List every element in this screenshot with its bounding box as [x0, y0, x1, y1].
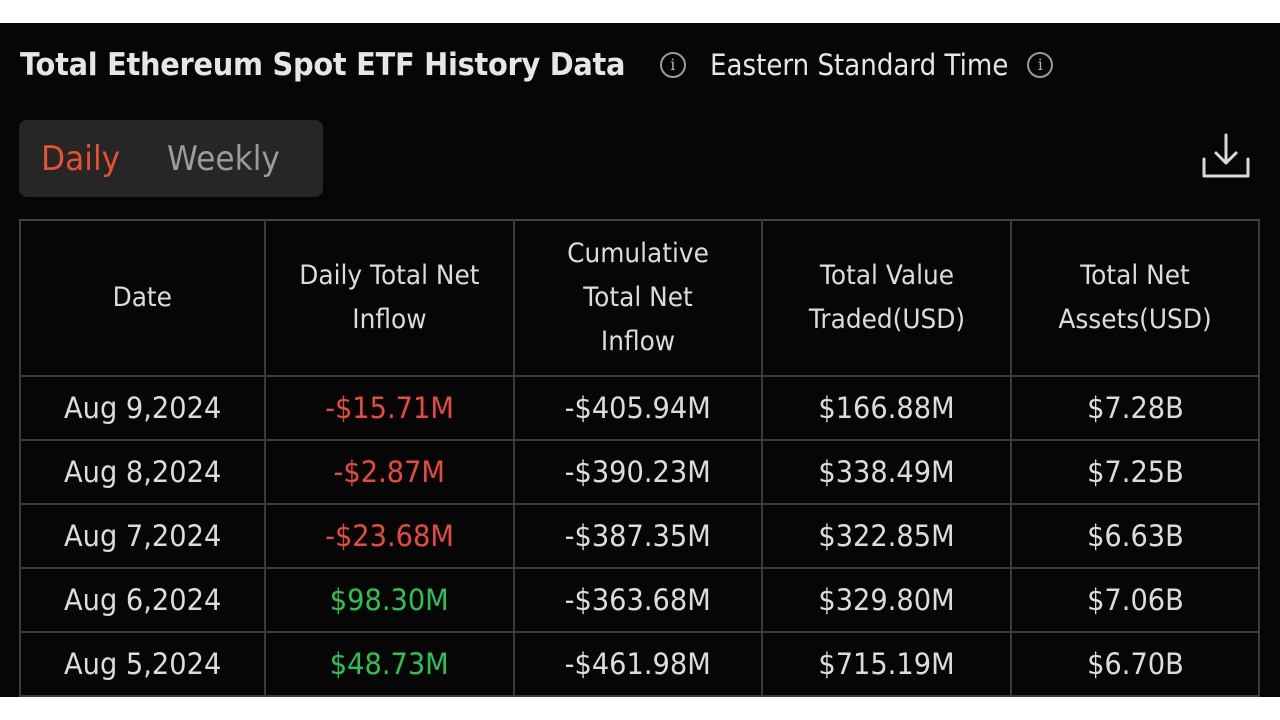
- cell-date: Aug 7,2024: [19, 503, 266, 569]
- column-header-cumulative-net-inflow[interactable]: Cumulative Total Net Inflow: [512, 219, 764, 377]
- cell-date-value: Aug 6,2024: [63, 583, 222, 617]
- cell-date-value: Aug 5,2024: [63, 647, 222, 681]
- cell-cumulative-net-inflow-value: -$387.35M: [564, 519, 712, 553]
- cell-total-net-assets: $6.70B: [1010, 631, 1260, 697]
- cell-cumulative-net-inflow: -$390.23M: [512, 439, 764, 505]
- column-header-total-value-traded[interactable]: Total Value Traded(USD): [761, 219, 1013, 377]
- cell-date: Aug 9,2024: [19, 375, 266, 441]
- cell-cumulative-net-inflow-value: -$363.68M: [564, 583, 712, 617]
- bottom-bar: [0, 697, 1280, 720]
- cell-total-net-assets-value: $7.28B: [1086, 391, 1184, 425]
- etf-history-panel: Total Ethereum Spot ETF History Data i E…: [0, 23, 1280, 697]
- info-circle-icon[interactable]: i: [1027, 52, 1054, 78]
- cell-daily-net-inflow-value: -$2.87M: [333, 455, 445, 489]
- download-icon: [1202, 133, 1250, 178]
- cell-total-net-assets: $7.28B: [1010, 375, 1260, 441]
- cell-daily-net-inflow: $98.30M: [263, 567, 515, 633]
- timezone-label: Eastern Standard Time: [709, 48, 1009, 82]
- cell-daily-net-inflow: -$15.71M: [263, 375, 515, 441]
- column-header-daily-net-inflow[interactable]: Daily Total Net Inflow: [263, 219, 515, 377]
- cell-total-value-traded: $715.19M: [761, 631, 1013, 697]
- table-row[interactable]: Aug 6,2024 $98.30M -$363.68M $329.80M $7.06B: [19, 567, 1260, 633]
- period-toggle: Daily Weekly: [19, 120, 323, 197]
- cell-total-net-assets-value: $6.63B: [1086, 519, 1184, 553]
- cell-cumulative-net-inflow-value: -$461.98M: [564, 647, 712, 681]
- column-header-date[interactable]: Date: [19, 219, 266, 377]
- cell-date: Aug 6,2024: [19, 567, 266, 633]
- cell-total-value-traded-value: $322.85M: [818, 519, 955, 553]
- table-row[interactable]: Aug 5,2024 $48.73M -$461.98M $715.19M $6.70B: [19, 631, 1260, 697]
- cell-daily-net-inflow-value: $98.30M: [329, 583, 449, 617]
- table-row[interactable]: Aug 7,2024 -$23.68M -$387.35M $322.85M $6.63…: [19, 503, 1260, 569]
- cell-total-net-assets: $7.06B: [1010, 567, 1260, 633]
- cell-daily-net-inflow: $48.73M: [263, 631, 515, 697]
- cell-daily-net-inflow: -$2.87M: [263, 439, 515, 505]
- etf-history-table: Date Daily Total Net Inflow Cumulative T…: [19, 219, 1260, 697]
- info-circle-icon[interactable]: i: [659, 52, 686, 78]
- table-header-row: Date Daily Total Net Inflow Cumulative T…: [19, 219, 1260, 377]
- cell-daily-net-inflow: -$23.68M: [263, 503, 515, 569]
- column-header-total-net-assets[interactable]: Total Net Assets(USD): [1010, 219, 1260, 377]
- cell-cumulative-net-inflow: -$363.68M: [512, 567, 764, 633]
- cell-cumulative-net-inflow-value: -$390.23M: [564, 455, 712, 489]
- cell-total-net-assets-value: $7.06B: [1086, 583, 1184, 617]
- cell-total-net-assets: $6.63B: [1010, 503, 1260, 569]
- table-body: Aug 9,2024 -$15.71M -$405.94M $166.88M $7.28…: [19, 375, 1260, 697]
- download-button[interactable]: [1200, 131, 1252, 181]
- tab-weekly[interactable]: Weekly: [167, 139, 280, 179]
- cell-total-net-assets-value: $6.70B: [1086, 647, 1184, 681]
- cell-date-value: Aug 9,2024: [63, 391, 222, 425]
- cell-date: Aug 5,2024: [19, 631, 266, 697]
- cell-cumulative-net-inflow-value: -$405.94M: [564, 391, 712, 425]
- cell-cumulative-net-inflow: -$387.35M: [512, 503, 764, 569]
- cell-total-value-traded-value: $166.88M: [818, 391, 955, 425]
- cell-total-value-traded-value: $715.19M: [818, 647, 955, 681]
- table-row[interactable]: Aug 8,2024 -$2.87M -$390.23M $338.49M $7.25B: [19, 439, 1260, 505]
- cell-total-net-assets-value: $7.25B: [1086, 455, 1184, 489]
- cell-total-value-traded-value: $329.80M: [818, 583, 955, 617]
- cell-total-value-traded: $322.85M: [761, 503, 1013, 569]
- cell-date: Aug 8,2024: [19, 439, 266, 505]
- panel-header: Total Ethereum Spot ETF History Data i E…: [20, 45, 1054, 85]
- cell-total-value-traded: $329.80M: [761, 567, 1013, 633]
- cell-total-net-assets: $7.25B: [1010, 439, 1260, 505]
- cell-total-value-traded-value: $338.49M: [818, 455, 955, 489]
- table-row[interactable]: Aug 9,2024 -$15.71M -$405.94M $166.88M $7.28…: [19, 375, 1260, 441]
- tab-daily[interactable]: Daily: [41, 139, 120, 179]
- cell-date-value: Aug 7,2024: [63, 519, 222, 553]
- cell-total-value-traded: $338.49M: [761, 439, 1013, 505]
- cell-daily-net-inflow-value: -$23.68M: [324, 519, 454, 553]
- cell-cumulative-net-inflow: -$405.94M: [512, 375, 764, 441]
- cell-daily-net-inflow-value: -$15.71M: [324, 391, 454, 425]
- cell-total-value-traded: $166.88M: [761, 375, 1013, 441]
- cell-cumulative-net-inflow: -$461.98M: [512, 631, 764, 697]
- page-title: Total Ethereum Spot ETF History Data: [20, 47, 626, 83]
- cell-daily-net-inflow-value: $48.73M: [329, 647, 449, 681]
- cell-date-value: Aug 8,2024: [63, 455, 222, 489]
